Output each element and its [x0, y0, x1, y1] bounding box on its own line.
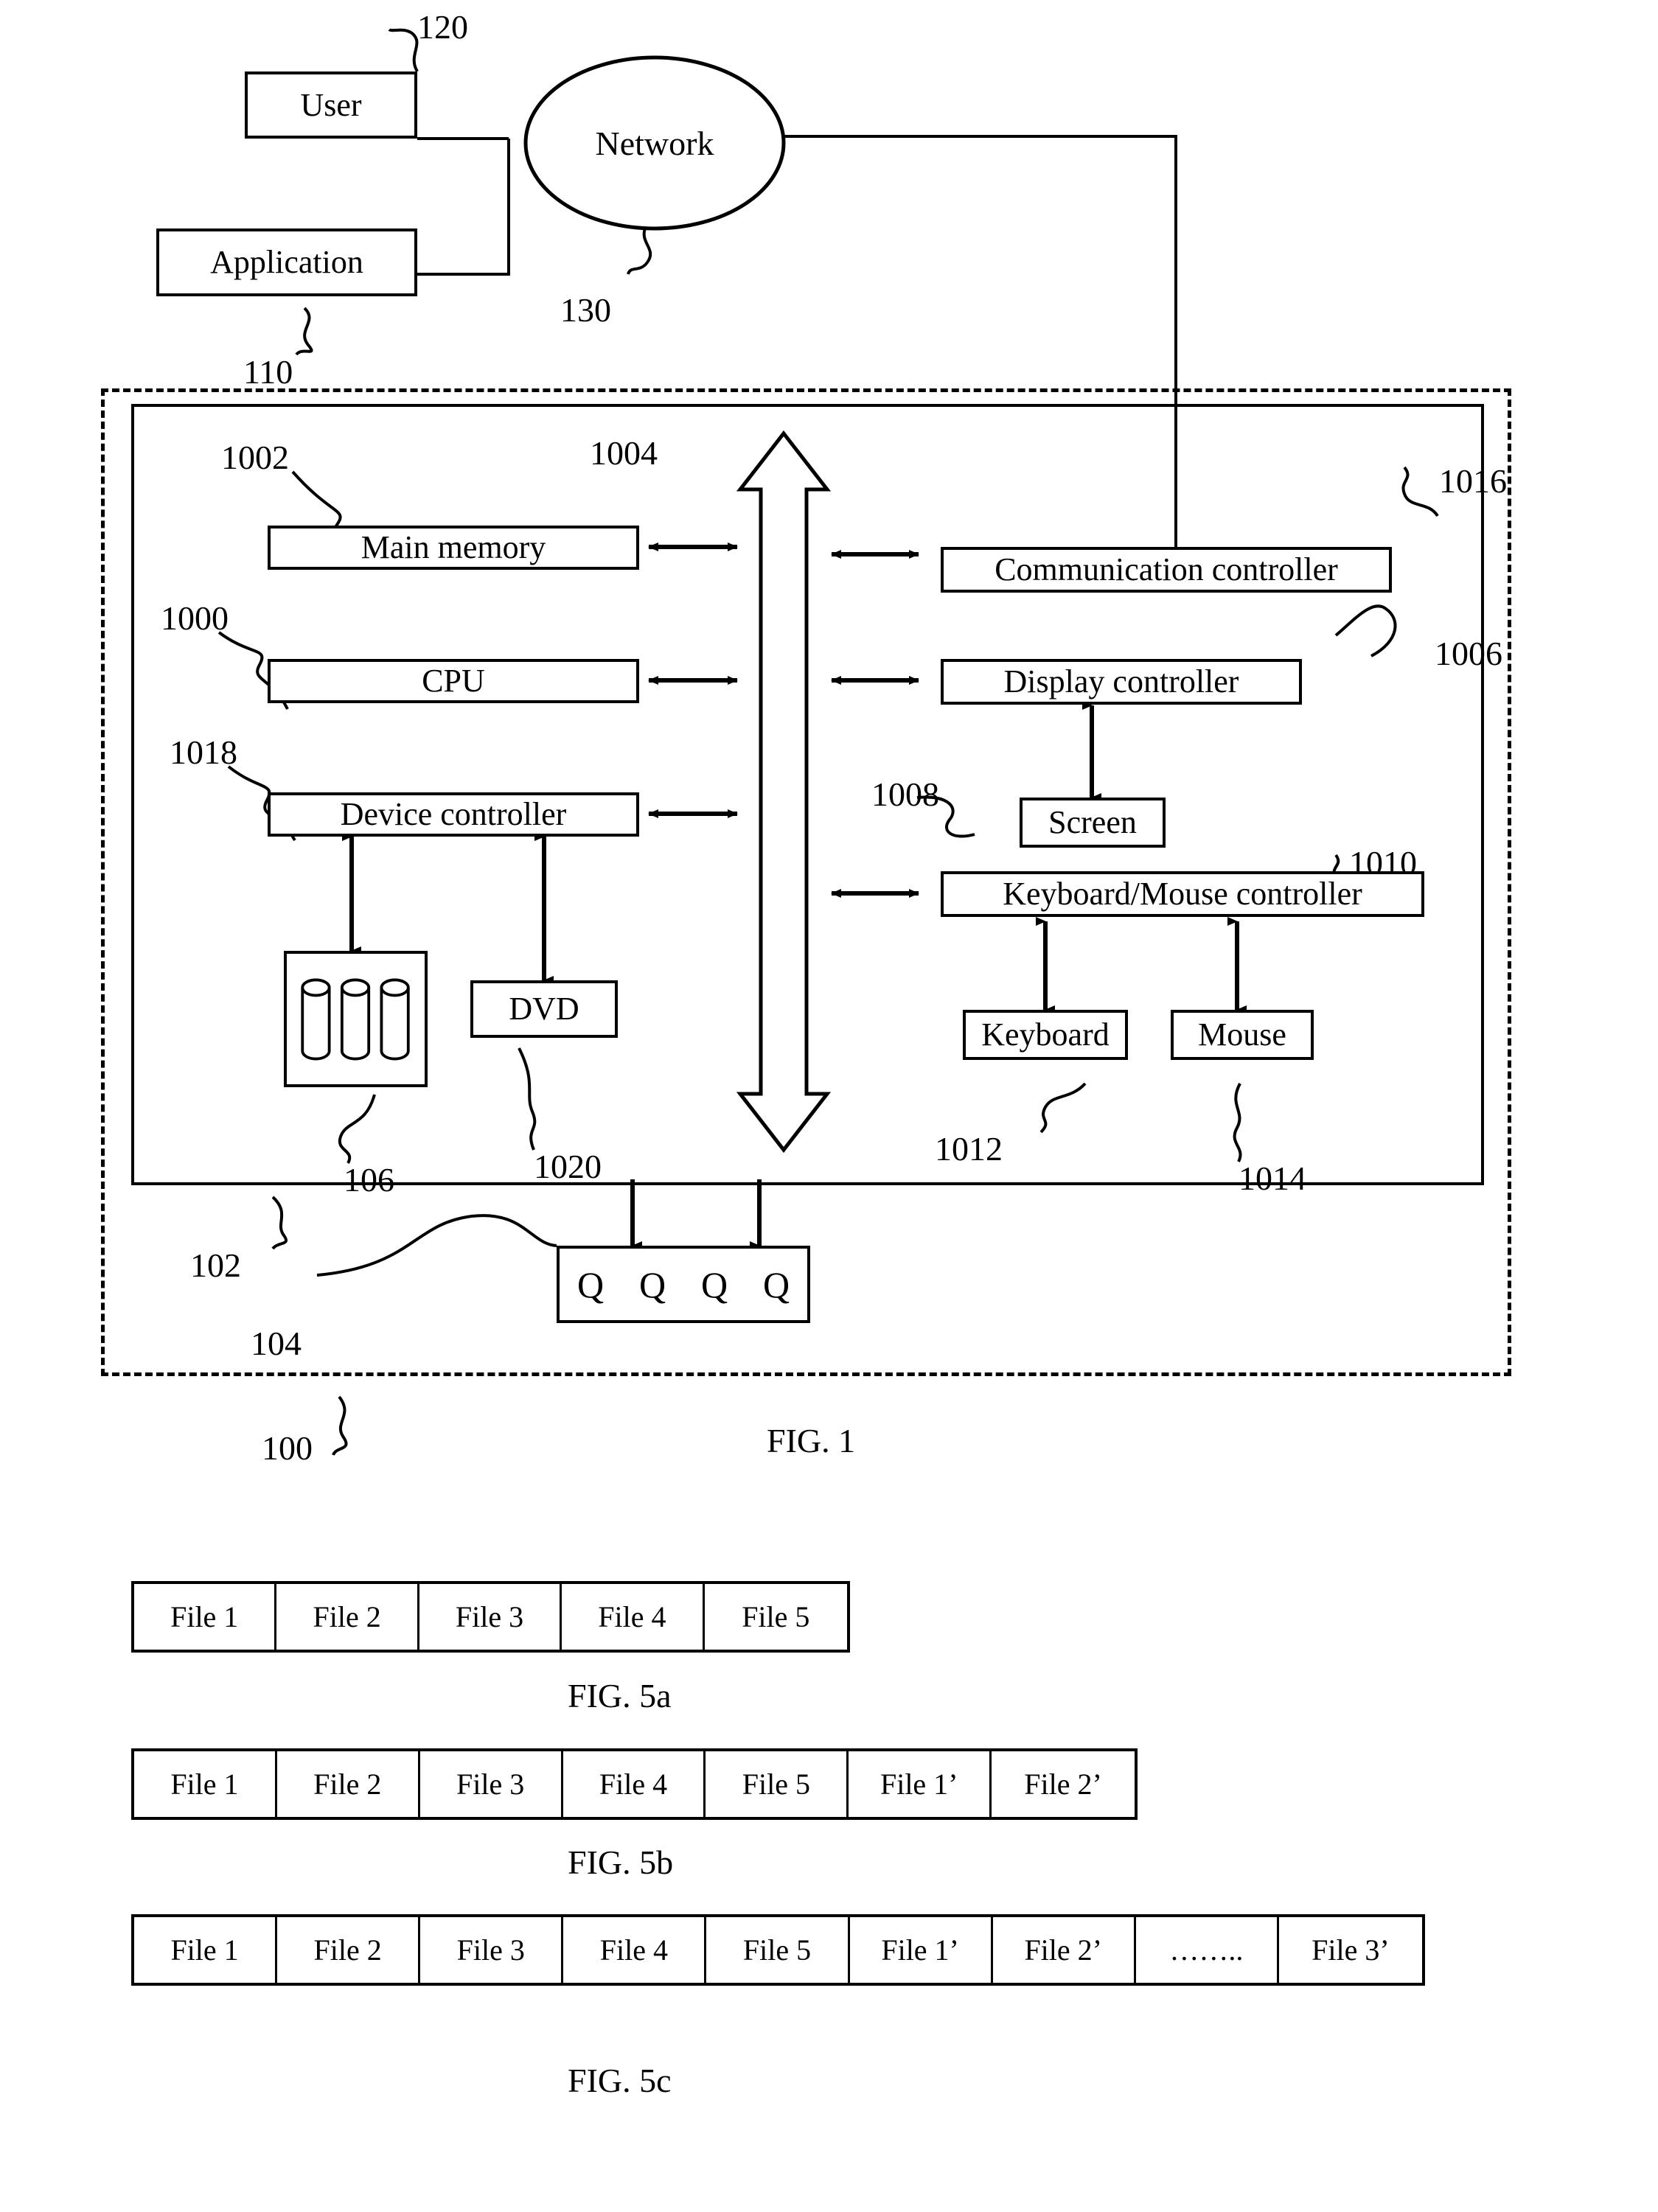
ref-1014: 1014 — [1239, 1159, 1306, 1197]
keyboard-label: Keyboard — [981, 1016, 1110, 1053]
main-memory-label: Main memory — [360, 529, 546, 565]
ref-1004: 1004 — [590, 434, 658, 472]
network-label-wrap: Network — [526, 109, 784, 177]
table-cell: File 3’ — [1312, 1933, 1390, 1967]
screen-box[interactable]: Screen — [1020, 798, 1166, 848]
table-cell: File 2 — [277, 1917, 421, 1983]
ref-130: 130 — [560, 291, 611, 329]
ref-1006: 1006 — [1435, 635, 1502, 672]
fig5b-caption: FIG. 5b — [568, 1843, 674, 1881]
table-cell: File 2’ — [993, 1917, 1136, 1983]
table-cell: File 5 — [706, 1917, 850, 1983]
dvd-label: DVD — [509, 991, 579, 1027]
application-box[interactable]: Application — [156, 228, 417, 296]
communication-controller-label: Communication controller — [995, 551, 1338, 587]
table-cell: File 5 — [706, 1751, 849, 1817]
screen-label: Screen — [1048, 804, 1137, 840]
user-label: User — [300, 86, 362, 123]
fig5a-caption: FIG. 5a — [568, 1677, 672, 1714]
patent-figure-page: User 120 Application 110 Network 130 102… — [0, 0, 1658, 2212]
application-label: Application — [210, 244, 363, 280]
keyboard-mouse-controller-box[interactable]: Keyboard/Mouse controller — [941, 871, 1424, 917]
queue-glyph-icon: Q — [577, 1263, 605, 1305]
table-cell: File 1 — [134, 1751, 277, 1817]
ref-110: 110 — [243, 353, 293, 391]
device-controller-label: Device controller — [340, 796, 567, 832]
ref-120: 120 — [417, 8, 468, 46]
table-cell: File 4 — [562, 1584, 705, 1650]
table-cell: File 1 — [134, 1584, 277, 1650]
table-cell: File 3 — [420, 1917, 564, 1983]
table-cell: File 1’ — [849, 1751, 992, 1817]
disk-cylinders-icon — [301, 978, 410, 1061]
mouse-label: Mouse — [1198, 1016, 1286, 1053]
display-controller-box[interactable]: Display controller — [941, 659, 1302, 705]
network-label: Network — [595, 124, 714, 162]
dvd-box[interactable]: DVD — [470, 980, 618, 1038]
keyboard-mouse-controller-label: Keyboard/Mouse controller — [1003, 876, 1362, 912]
ref-100: 100 — [262, 1429, 313, 1467]
main-memory-box[interactable]: Main memory — [268, 526, 639, 570]
communication-controller-box[interactable]: Communication controller — [941, 547, 1392, 593]
ref-106: 106 — [344, 1161, 394, 1199]
fig5c-caption: FIG. 5c — [568, 2062, 672, 2099]
table-cell: …….. — [1136, 1917, 1279, 1983]
ref-1008: 1008 — [871, 775, 939, 813]
fig5b-table: File 1 File 2 File 3 File 4 File 5 File 1’ Fil… — [131, 1748, 1138, 1820]
table-cell: File 3 — [419, 1584, 562, 1650]
table-cell: File 2 — [277, 1751, 420, 1817]
queue-glyph-icon: Q — [638, 1263, 666, 1305]
user-box[interactable]: User — [245, 71, 417, 139]
table-cell: File 2 — [276, 1584, 419, 1650]
ref-1020: 1020 — [534, 1148, 602, 1185]
disk-array-box[interactable] — [284, 951, 428, 1087]
fig5c-table: File 1 File 2 File 3 File 4 File 5 File 1’ Fil… — [131, 1914, 1425, 1986]
display-controller-label: Display controller — [1003, 663, 1239, 699]
fig5a-table: File 1 File 2 File 3 File 4 File 5 — [131, 1581, 850, 1653]
mouse-box[interactable]: Mouse — [1171, 1010, 1314, 1060]
table-cell: File 5 — [742, 1600, 810, 1633]
ref-1002: 1002 — [221, 439, 289, 476]
keyboard-box[interactable]: Keyboard — [963, 1010, 1128, 1060]
queue-glyph-icon: Q — [762, 1263, 790, 1305]
table-cell: File 2’ — [1024, 1768, 1102, 1801]
table-cell: File 4 — [563, 1917, 707, 1983]
ref-1018: 1018 — [170, 733, 237, 771]
table-cell: File 3 — [420, 1751, 563, 1817]
device-controller-box[interactable]: Device controller — [268, 792, 639, 837]
cpu-box[interactable]: CPU — [268, 659, 639, 703]
table-cell: File 4 — [563, 1751, 706, 1817]
ref-102: 102 — [190, 1246, 241, 1284]
cpu-label: CPU — [422, 663, 485, 699]
table-cell: File 1 — [134, 1917, 278, 1983]
queue-glyph-icon: Q — [700, 1263, 728, 1305]
ref-1012: 1012 — [935, 1130, 1003, 1168]
ref-104: 104 — [251, 1325, 302, 1362]
fig1-caption: FIG. 1 — [767, 1422, 856, 1459]
ref-1000: 1000 — [161, 599, 229, 637]
table-cell: File 1’ — [850, 1917, 993, 1983]
ref-1016: 1016 — [1439, 462, 1507, 500]
queue-device-box[interactable]: QQQQ — [557, 1246, 810, 1323]
